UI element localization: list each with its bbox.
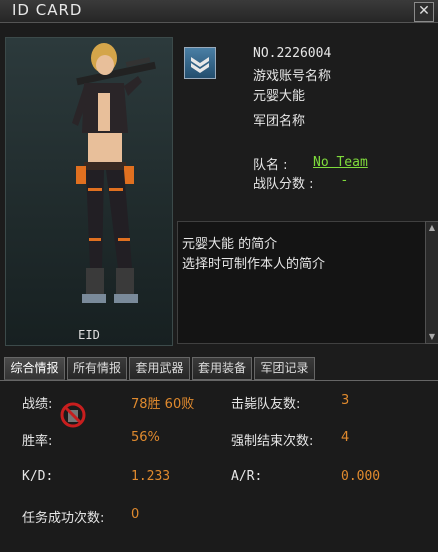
winrate-label: 胜率: — [22, 434, 53, 449]
team-name-link[interactable]: No Team — [313, 155, 368, 170]
mission-success-value: 0 — [131, 507, 140, 522]
ar-value: 0.000 — [341, 469, 381, 484]
tab-equipment[interactable]: 套用装备 — [192, 357, 252, 380]
intro-scrollbar[interactable]: ▲ ▼ — [425, 221, 438, 344]
close-button[interactable]: ✕ — [414, 2, 434, 22]
tab-overview[interactable]: 综合情报 — [4, 357, 65, 380]
teammate-kills-value: 3 — [341, 393, 350, 408]
tab-weapons[interactable]: 套用武器 — [129, 357, 190, 380]
ban-icon — [60, 402, 86, 428]
title-bar: ID CARD ✕ — [0, 0, 438, 23]
portrait-caption: EID — [78, 328, 100, 342]
account-name-label: 游戏账号名称 — [253, 69, 332, 84]
teammate-kills-label: 击毙队友数: — [231, 397, 301, 412]
tab-clan-record[interactable]: 军团记录 — [254, 357, 315, 380]
winrate-value: 56% — [131, 430, 160, 445]
record-value: 78胜 60败 — [131, 397, 195, 412]
team-score-label: 战队分数 : — [253, 177, 314, 192]
record-label: 战绩: — [22, 397, 53, 412]
intro-line-1: 元婴大能 的简介 — [182, 237, 278, 252]
window-title: ID CARD — [12, 1, 83, 19]
player-number: NO.2226004 — [253, 46, 332, 61]
intro-textbox[interactable]: 元婴大能 的简介 选择时可制作本人的简介 — [177, 221, 427, 344]
intro-line-2: 选择时可制作本人的简介 — [182, 257, 326, 272]
soldier-figure-image — [72, 43, 156, 303]
forced-end-label: 强制结束次数: — [231, 434, 314, 449]
forced-end-value: 4 — [341, 430, 350, 445]
character-portrait: EID — [5, 37, 173, 346]
team-score-value: - — [342, 173, 347, 188]
account-name: 元婴大能 — [253, 89, 306, 104]
team-label: 队名 : — [253, 158, 288, 173]
kd-value: 1.233 — [131, 469, 171, 484]
kd-label: K/D: — [22, 469, 54, 484]
clan-name-label: 军团名称 — [253, 114, 306, 129]
mission-success-label: 任务成功次数: — [22, 511, 105, 526]
ar-label: A/R: — [231, 469, 263, 484]
tab-all-info[interactable]: 所有情报 — [67, 357, 127, 380]
rank-badge-icon — [184, 47, 216, 79]
scroll-down-icon[interactable]: ▼ — [426, 331, 438, 343]
scroll-up-icon[interactable]: ▲ — [426, 222, 438, 234]
